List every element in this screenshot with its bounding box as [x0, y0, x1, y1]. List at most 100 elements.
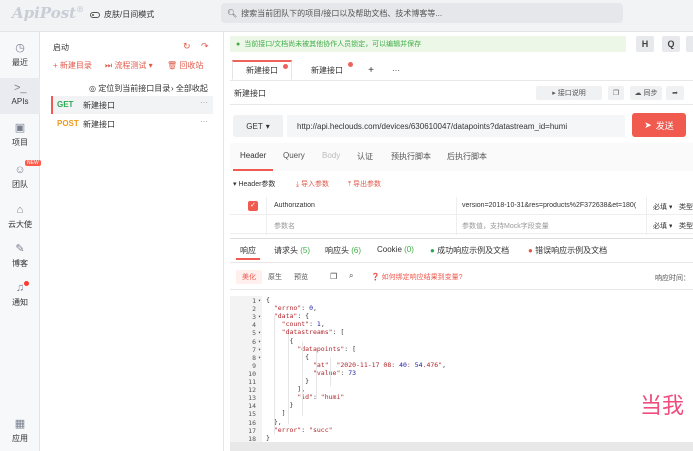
- nav-label: APIs: [11, 97, 29, 106]
- nav-item-apis[interactable]: >_ APIs: [0, 78, 40, 114]
- line-number: 15: [248, 410, 256, 419]
- method-value: GET: [246, 121, 263, 131]
- header-params-title[interactable]: ▾ Header参数: [233, 179, 275, 189]
- api-doc-label: 接口说明: [557, 90, 586, 97]
- table-row: ✓ Authorization version=2018-10-31&res=p…: [230, 197, 693, 215]
- row-checkbox[interactable]: ✓: [248, 201, 258, 211]
- tab-new-api-2[interactable]: 新建接口: [298, 60, 356, 80]
- tab-label: Cookie: [377, 245, 402, 254]
- tab-count: (5): [300, 246, 311, 255]
- tab-post-script[interactable]: 后执行脚本: [447, 151, 487, 162]
- tabs-divider: [230, 80, 693, 81]
- nav-item-team[interactable]: ☺ NEW 团队: [0, 160, 41, 190]
- type-select[interactable]: 类型: [679, 221, 693, 231]
- tab-new-api-1[interactable]: 新建接口: [232, 60, 292, 80]
- fold-toggle-icon[interactable]: ▾: [258, 347, 261, 353]
- tab-header[interactable]: Header: [240, 151, 266, 160]
- copy-icon[interactable]: ❐: [608, 86, 624, 100]
- fold-toggle-icon[interactable]: ▾: [258, 298, 261, 304]
- unsaved-dot: [348, 62, 353, 67]
- nav-label: 通知: [12, 298, 28, 307]
- add-tab-button[interactable]: +: [360, 60, 382, 80]
- share-arrow-icon[interactable]: ➦: [666, 86, 684, 100]
- tab-cookie[interactable]: Cookie (0): [377, 245, 414, 254]
- send-label: 发送: [655, 120, 674, 131]
- url-input[interactable]: http://api.heclouds.com/devices/63061004…: [287, 115, 625, 137]
- tab-response-headers[interactable]: 响应头 (6): [325, 245, 361, 256]
- tree-item-name[interactable]: 新建接口: [83, 119, 115, 130]
- type-select[interactable]: 类型: [679, 202, 693, 212]
- line-number: 8: [252, 353, 256, 362]
- header-key[interactable]: Authorization: [274, 202, 394, 209]
- required-select[interactable]: 必填 ▾: [653, 202, 672, 212]
- new-directory-button[interactable]: + 新建目录: [53, 60, 92, 71]
- more-icon[interactable]: ···: [200, 117, 208, 126]
- more-icon[interactable]: ···: [200, 98, 208, 107]
- nav-item-apps[interactable]: ▦ 应用: [0, 418, 40, 444]
- nav-item-projects[interactable]: ▣ 项目: [0, 122, 40, 148]
- response-code-viewer[interactable]: 1 ▾ 2 3 ▾ 4 5 ▾ 6 ▾ 7 ▾ 8 ▾ 9 10 11 12 13 14 15 16 17 18 { "err…: [230, 296, 693, 451]
- indent-guide: [274, 316, 275, 434]
- line-number: 16: [248, 418, 256, 427]
- nav-item-notifications[interactable]: ♫ 通知: [0, 281, 40, 308]
- h-button[interactable]: H: [636, 36, 654, 52]
- sync-button[interactable]: ☁ 同步: [630, 86, 662, 100]
- tab-request-headers[interactable]: 请求头 (5): [274, 245, 310, 256]
- nav-item-blog[interactable]: ✎ 博客: [0, 243, 40, 269]
- indent-guide: [330, 358, 331, 386]
- tab-label: 响应头: [325, 246, 349, 255]
- tab-more-button[interactable]: ···: [385, 60, 407, 80]
- terminal-icon: >_: [14, 82, 27, 94]
- view-beautify[interactable]: 美化: [236, 270, 262, 284]
- team-icon: ☺: [14, 164, 26, 176]
- tab-count: (0): [404, 245, 414, 254]
- fold-toggle-icon[interactable]: ▾: [258, 330, 261, 336]
- locate-current-dir-button[interactable]: ◎ 定位到当前接口目录: [89, 83, 170, 94]
- apps-grid-icon: ▦: [14, 418, 26, 430]
- q-button[interactable]: Q: [662, 36, 680, 52]
- tree-item-get[interactable]: [51, 96, 213, 114]
- search-icon[interactable]: ⌕: [349, 271, 353, 281]
- refresh-icon[interactable]: ↻: [183, 41, 191, 52]
- api-name-label[interactable]: 新建接口: [234, 88, 266, 99]
- project-icon: ▣: [14, 122, 26, 134]
- tab-error-example[interactable]: ● 错误响应示例及文档: [528, 245, 607, 256]
- tab-query[interactable]: Query: [283, 151, 305, 160]
- response-time-label: 响应时间：: [655, 275, 690, 282]
- header-value[interactable]: version=2018-10-31&res=products%2F372638…: [462, 202, 642, 209]
- recycle-bin-button[interactable]: 🗑︎ 回收站: [167, 60, 203, 71]
- header-value-placeholder[interactable]: 参数值，支持Mock字段变量: [462, 221, 549, 231]
- api-doc-button[interactable]: ▸ 接口说明: [536, 86, 602, 100]
- export-params-button[interactable]: ⤒ 导出参数: [348, 179, 381, 189]
- fold-toggle-icon[interactable]: ▾: [258, 339, 261, 345]
- fold-toggle-icon[interactable]: ▾: [258, 314, 261, 320]
- view-preview[interactable]: 预览: [288, 270, 314, 284]
- tab-body[interactable]: Body: [322, 151, 340, 160]
- line-number: 1: [252, 297, 256, 305]
- global-search-input[interactable]: 🔍︎ 搜索当前团队下的项目/接口以及帮助文档、技术博客等...: [221, 3, 623, 23]
- tab-auth[interactable]: 认证: [357, 151, 373, 162]
- tab-label: 成功响应示例及文档: [437, 246, 510, 255]
- send-button[interactable]: ➤ 发送: [632, 113, 686, 137]
- collapse-all-button[interactable]: › 全部收起: [171, 83, 208, 94]
- method-select[interactable]: GET ▾: [233, 115, 283, 137]
- tab-success-example[interactable]: ● 成功响应示例及文档: [430, 245, 509, 256]
- share-icon[interactable]: ↷: [201, 41, 209, 52]
- import-params-button[interactable]: ⤓ 导入参数: [296, 179, 329, 189]
- required-select[interactable]: 必填 ▾: [653, 221, 672, 231]
- fold-toggle-icon[interactable]: ▾: [258, 355, 261, 361]
- view-raw[interactable]: 原生: [262, 270, 288, 284]
- tab-response[interactable]: 响应: [240, 245, 256, 256]
- check-circle-icon: ●: [236, 40, 241, 48]
- tab-pre-script[interactable]: 预执行脚本: [391, 151, 431, 162]
- line-number: 3: [252, 313, 256, 322]
- bind-variable-help-link[interactable]: ❓ 如何绑定响应结果到变量?: [371, 272, 463, 282]
- nav-item-recent[interactable]: ◷ 最近: [0, 42, 40, 68]
- theme-toggle[interactable]: 皮肤/日间模式: [90, 9, 154, 20]
- nav-item-ambassador[interactable]: ⌂ 云大使: [0, 204, 40, 230]
- process-test-button[interactable]: ⏭ 流程测试 ▾: [105, 60, 153, 71]
- copy-icon[interactable]: ❐: [330, 272, 337, 281]
- extra-button[interactable]: [686, 36, 693, 52]
- code-line: }: [266, 433, 270, 442]
- header-key-placeholder[interactable]: 参数名: [274, 221, 295, 231]
